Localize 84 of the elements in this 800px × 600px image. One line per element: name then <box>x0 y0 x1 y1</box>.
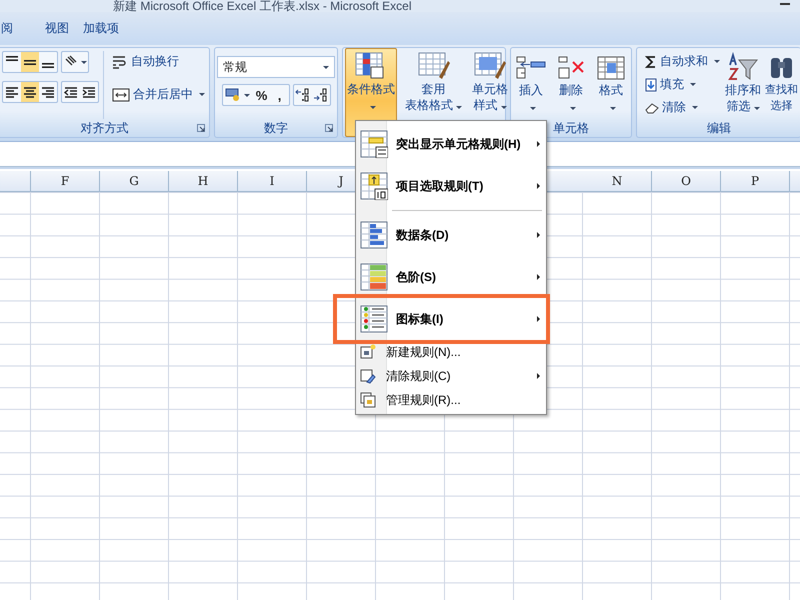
autosum-button[interactable]: 自动求和 <box>643 51 722 72</box>
down-arrow-icon <box>645 78 657 92</box>
window-title: 新建 Microsoft Office Excel 工作表.xlsx - Microsoft Excel <box>113 0 412 12</box>
merge-center-button[interactable]: 合并后居中 <box>110 84 207 105</box>
horizontal-align-button[interactable] <box>21 82 39 102</box>
vertical-align-button[interactable] <box>21 52 39 72</box>
caret-icon <box>370 106 376 109</box>
icon-set-icon <box>360 305 388 333</box>
caret-icon <box>754 107 760 110</box>
menu-item[interactable]: 新建规则(N)... <box>356 340 546 364</box>
caret-icon <box>323 66 329 68</box>
menu-item[interactable]: 数据条(D) <box>356 214 546 256</box>
align-lines-icon <box>24 86 36 98</box>
decimal-icon <box>294 87 310 103</box>
dialog-launcher-icon[interactable] <box>325 124 333 132</box>
caret-icon <box>610 107 616 110</box>
caret-icon <box>714 60 720 63</box>
fill-button[interactable]: 填充 <box>643 74 722 95</box>
group-label: 编辑 <box>707 120 731 136</box>
column-header[interactable]: P <box>721 171 790 191</box>
align-lines-icon <box>42 63 54 68</box>
format-button[interactable]: 格式 <box>593 51 629 119</box>
cell-grid-icon <box>595 54 627 82</box>
merge-cells-icon <box>112 88 130 102</box>
column-header[interactable]: H <box>169 171 238 191</box>
sort-filter-icon <box>727 52 759 82</box>
submenu-arrow-icon <box>537 316 540 322</box>
align-lines-icon <box>24 60 36 64</box>
align-lines-icon <box>6 56 18 61</box>
caret-icon <box>244 94 250 96</box>
manage-rules-icon <box>360 392 376 408</box>
delete-button[interactable]: 删除 <box>553 51 589 119</box>
caret-icon <box>199 93 205 96</box>
find-select-button[interactable]: 查找和 选择 <box>764 51 799 119</box>
number-format-dropdown[interactable]: 常规 <box>217 56 335 78</box>
ribbon-tab[interactable]: 阅 <box>0 16 20 41</box>
sort-filter-button[interactable]: 排序和 筛选 <box>724 51 762 119</box>
wrap-text-button[interactable]: 自动换行 <box>110 51 207 72</box>
align-lines-icon <box>42 86 54 98</box>
decimal-icon <box>312 87 328 103</box>
menu-item[interactable]: 色阶(S) <box>356 256 546 298</box>
money-icon <box>225 88 241 102</box>
dialog-launcher-icon[interactable] <box>197 124 205 132</box>
sigma-icon <box>645 56 657 68</box>
caret-icon <box>500 106 506 109</box>
ribbon-tab[interactable]: 加载项 <box>76 16 126 41</box>
caret-icon <box>692 106 698 109</box>
eraser-icon <box>645 102 659 114</box>
color-scale-icon <box>360 263 388 291</box>
caret-icon <box>456 106 462 109</box>
column-header[interactable]: O <box>652 171 721 191</box>
clear-button[interactable]: 清除 <box>643 97 722 118</box>
highlight-rules-icon <box>360 130 388 158</box>
submenu-arrow-icon <box>537 232 540 238</box>
column-header[interactable]: F <box>31 171 100 191</box>
group-label: 单元格 <box>553 120 589 136</box>
menu-item[interactable]: 图标集(I) <box>356 298 546 340</box>
submenu-arrow-icon <box>537 141 540 147</box>
submenu-arrow-icon <box>537 274 540 280</box>
percent-button[interactable]: % <box>252 85 270 105</box>
align-lines-icon <box>6 86 18 98</box>
column-header[interactable]: I <box>238 171 307 191</box>
column-header[interactable]: G <box>100 171 169 191</box>
data-bars-icon <box>360 221 388 249</box>
group-label: 对齐方式 <box>80 120 128 136</box>
insert-button[interactable]: 插入 <box>513 51 549 119</box>
caret-icon <box>530 107 536 110</box>
caret-icon <box>690 83 696 86</box>
caret-icon <box>80 60 86 64</box>
wrap-text-icon <box>112 54 128 68</box>
menu-item[interactable]: 清除规则(C) <box>356 364 546 388</box>
cell-brush-icon <box>473 51 507 81</box>
column-header[interactable]: N <box>583 171 652 191</box>
clear-rules-icon <box>360 368 376 384</box>
submenu-arrow-icon <box>537 373 540 379</box>
submenu-arrow-icon <box>537 183 540 189</box>
menu-item[interactable]: 管理规则(R)... <box>356 388 546 412</box>
ribbon-tab[interactable]: 视图 <box>38 16 76 41</box>
table-brush-icon <box>416 51 450 81</box>
group-label: 数字 <box>264 120 288 136</box>
new-rule-icon <box>360 344 376 360</box>
comma-button[interactable]: , <box>270 85 288 105</box>
top-rules-icon <box>360 172 388 200</box>
caret-icon <box>570 107 576 110</box>
